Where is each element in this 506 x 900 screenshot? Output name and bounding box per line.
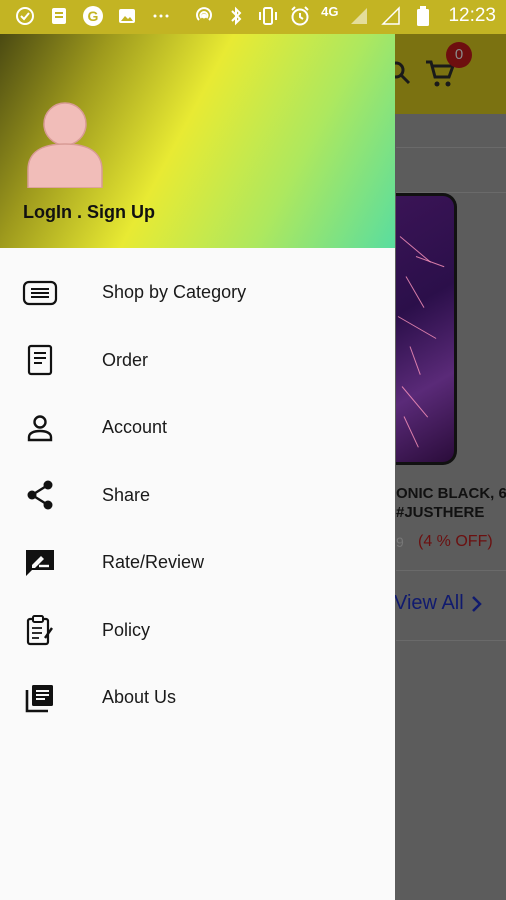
menu-item-about-us[interactable]: About Us [0,664,395,732]
vibrate-icon [257,5,279,27]
signal-icon [348,5,370,27]
chevron-right-icon [471,595,482,612]
menu-item-shop-by-category[interactable]: Shop by Category [0,259,395,327]
menu-item-account[interactable]: Account [0,394,395,462]
menu-label: Policy [102,619,151,640]
battery-icon [412,5,434,27]
menu-label: Rate/Review [102,552,205,573]
menu-item-order[interactable]: Order [0,327,395,395]
app-notification-icon [14,5,36,27]
divider [396,570,506,571]
order-document-icon [22,342,58,378]
discount-label: (4 % OFF) [418,533,493,550]
price-strike: 9 [396,534,404,550]
menu-label: Shop by Category [102,282,247,303]
divider [396,640,506,641]
gallery-notification-icon [116,5,138,27]
google-notification-icon: G [82,5,104,27]
user-avatar-icon[interactable] [26,102,104,188]
policy-clipboard-icon [22,612,58,648]
category-list-icon [22,275,58,311]
account-person-icon [22,410,58,446]
more-notifications-icon [150,5,172,27]
drawer-menu: Shop by Category Order Account Share Rat… [0,259,395,732]
clock: 12:23 [448,5,496,26]
view-all-link[interactable]: View All [394,592,484,615]
rate-review-icon [22,545,58,581]
menu-label: Account [102,417,168,438]
share-icon [22,477,58,513]
divider [396,147,506,148]
news-notification-icon [48,5,70,27]
menu-label: About Us [102,687,177,708]
cart-count-badge: 0 [446,42,472,68]
status-bar: G 4G 12:23 [0,0,506,34]
network-type: 4G [321,3,339,19]
login-signup-link[interactable]: LogIn . Sign Up [23,202,155,223]
hotspot-icon [193,5,215,27]
product-title[interactable]: ONIC BLACK, 64 #JUSTHERE [396,484,506,522]
navigation-drawer: LogIn . Sign Up Shop by Category Order A… [0,34,395,900]
menu-label: Order [102,349,149,370]
view-all-label: View All [394,592,464,614]
menu-item-policy[interactable]: Policy [0,597,395,665]
wifi-signal-icon [380,5,402,27]
menu-item-share[interactable]: Share [0,462,395,530]
bluetooth-icon [225,5,247,27]
svg-text:G: G [88,8,99,24]
about-library-icon [22,680,58,716]
drawer-header: LogIn . Sign Up [0,34,395,248]
menu-label: Share [102,484,151,505]
alarm-icon [289,5,311,27]
menu-item-rate-review[interactable]: Rate/Review [0,529,395,597]
product-image[interactable] [396,193,457,465]
